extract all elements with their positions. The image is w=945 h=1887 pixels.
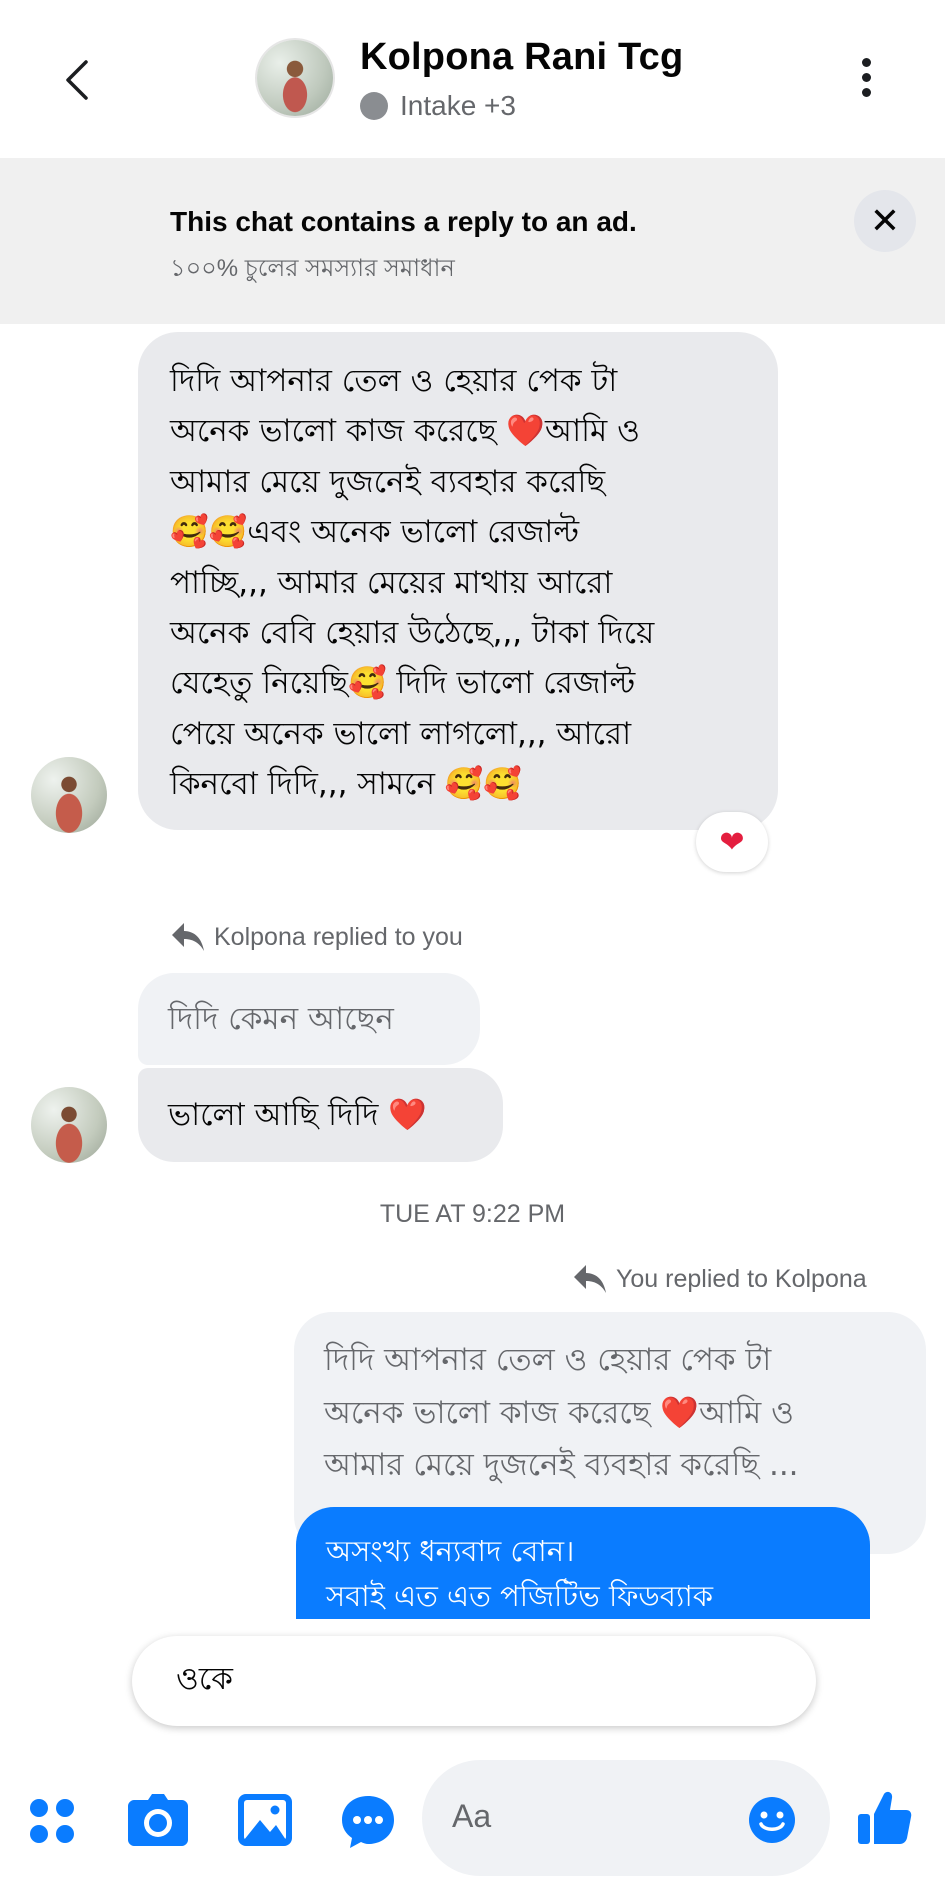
- heart-reaction[interactable]: ❤: [696, 812, 768, 872]
- close-icon: ✕: [869, 200, 901, 241]
- message-timestamp: TUE AT 9:22 PM: [379, 1200, 566, 1228]
- emoji-icon: [749, 1797, 795, 1843]
- message-line: অসংখ্য ধন্যবাদ বোন।: [326, 1534, 575, 1568]
- incoming-message-bubble[interactable]: ভালো আছি দিদি ❤️: [138, 1068, 503, 1162]
- ad-reply-banner: This chat contains a reply to an ad. ১০০…: [0, 158, 945, 324]
- contact-status-text: Intake +3: [400, 90, 516, 121]
- close-banner-button[interactable]: ✕: [854, 190, 916, 252]
- sender-avatar[interactable]: [31, 757, 107, 833]
- camera-icon: [128, 1794, 188, 1846]
- reply-arrow-icon: [574, 1265, 606, 1293]
- like-button[interactable]: [856, 1790, 912, 1851]
- chat-header: Kolpona Rani Tcg Intake +3: [0, 0, 945, 158]
- message-composer: Aa: [0, 1750, 945, 1887]
- gallery-button[interactable]: [238, 1794, 292, 1851]
- chevron-left-icon: [66, 60, 88, 100]
- message-line: পাচ্ছি,,, আমার মেয়ের মাথায় আরো: [170, 564, 613, 601]
- more-options-button[interactable]: [854, 58, 878, 102]
- message-line: যেহেতু নিয়েছি🥰 দিদি ভালো রেজাল্ট: [170, 665, 636, 702]
- apps-grid-icon: [30, 1799, 74, 1843]
- message-line: অনেক ভালো কাজ করেছে ❤️আমি ও: [170, 413, 640, 450]
- reply-indicator-text: Kolpona replied to you: [214, 922, 463, 951]
- message-input-placeholder: Aa: [452, 1798, 492, 1834]
- ad-banner-subtitle: ১০০% চুলের সমস্যার সমাধান: [170, 255, 455, 282]
- incoming-message-bubble[interactable]: দিদি আপনার তেল ও হেয়ার পেক টা অনেক ভালো…: [138, 332, 778, 830]
- kebab-icon-dot: [861, 73, 871, 82]
- message-line: কিনবো দিদি,,, সামনে 🥰🥰: [170, 766, 523, 803]
- kebab-icon-dot: [861, 88, 871, 97]
- sender-avatar[interactable]: [31, 1087, 107, 1163]
- outgoing-message-bubble[interactable]: অসংখ্য ধন্যবাদ বোন। সবাই এত এত পজিটিভ ফি…: [296, 1507, 870, 1619]
- reply-indicator: Kolpona replied to you: [170, 920, 463, 954]
- camera-button[interactable]: [128, 1794, 188, 1851]
- message-line: দিদি আপনার তেল ও হেয়ার পেক টা: [170, 363, 618, 399]
- contact-avatar[interactable]: [257, 40, 333, 116]
- quick-reply-chip[interactable]: ওকে: [132, 1636, 816, 1726]
- reply-indicator: You replied to Kolpona: [572, 1262, 867, 1296]
- quoted-line: অনেক ভালো কাজ করেছে ❤️আমি ও: [324, 1394, 794, 1431]
- message-line: আমার মেয়ে দুজনেই ব্যবহার করেছি: [170, 463, 606, 500]
- chat-bubble-icon: [342, 1796, 394, 1848]
- message-line: অনেক বেবি হেয়ার উঠেছে,,, টাকা দিয়ে: [170, 615, 655, 652]
- apps-button[interactable]: [28, 1797, 76, 1850]
- contact-status[interactable]: Intake +3: [360, 88, 516, 124]
- quoted-line: আমার মেয়ে দুজনেই ব্যবহার করেছি ...: [324, 1447, 799, 1483]
- back-button[interactable]: [58, 58, 98, 102]
- heart-icon: ❤: [719, 825, 745, 859]
- kebab-icon: [861, 58, 871, 67]
- status-dot-icon: [360, 92, 388, 120]
- thumbs-up-icon: [858, 1791, 912, 1844]
- quoted-line: দিদি আপনার তেল ও হেয়ার পেক টা: [324, 1342, 772, 1378]
- chat-extras-button[interactable]: [340, 1794, 396, 1855]
- reply-indicator-text: You replied to Kolpona: [616, 1264, 867, 1293]
- emoji-button[interactable]: [748, 1796, 796, 1844]
- message-line: পেয়ে অনেক ভালো লাগলো,,, আরো: [170, 715, 632, 752]
- contact-name[interactable]: Kolpona Rani Tcg: [360, 36, 683, 79]
- message-line: সবাই এত এত পজিটিভ ফিডব্যাক: [326, 1579, 714, 1613]
- message-line: 🥰🥰এবং অনেক ভালো রেজাল্ট: [170, 514, 580, 551]
- quoted-message[interactable]: দিদি কেমন আছেন: [138, 973, 480, 1065]
- reply-arrow-icon: [172, 923, 204, 951]
- message-input[interactable]: Aa: [422, 1760, 830, 1876]
- image-icon: [238, 1794, 292, 1846]
- ad-banner-title: This chat contains a reply to an ad.: [170, 206, 637, 237]
